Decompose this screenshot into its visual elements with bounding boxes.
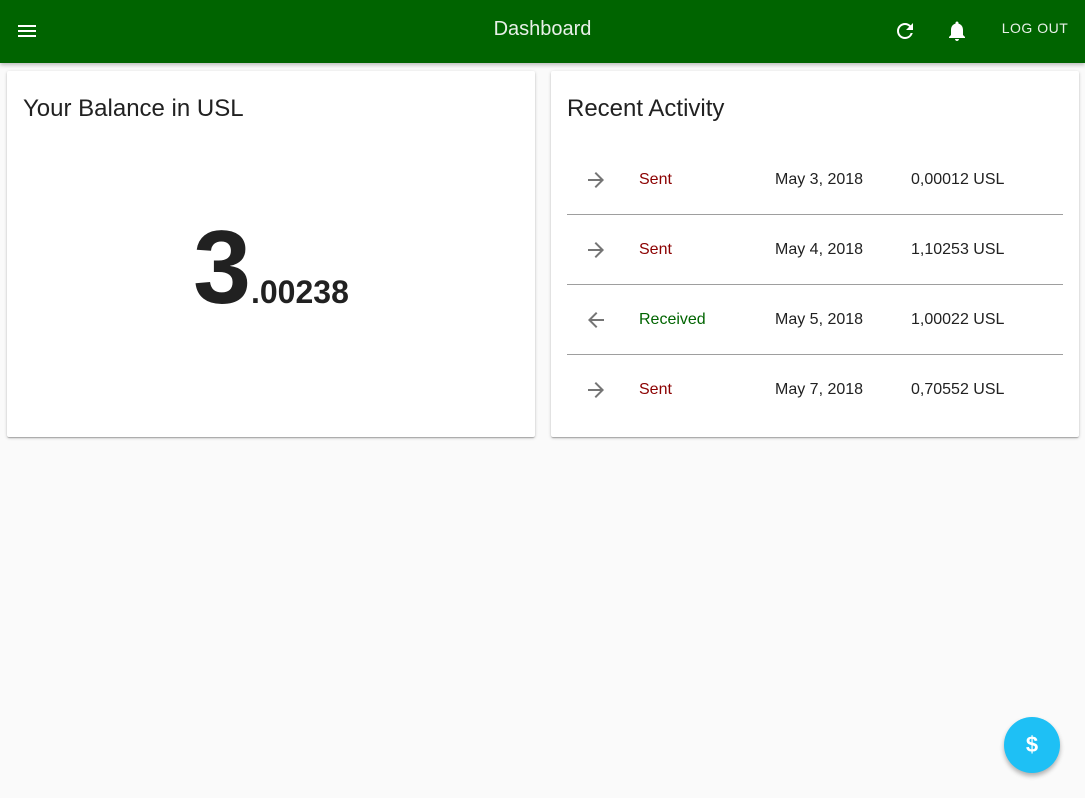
activity-amount: 1,10253 USL [911, 241, 1005, 258]
activity-row[interactable]: Received May 5, 2018 1,00022 USL [567, 285, 1063, 355]
bell-icon [949, 21, 965, 41]
balance-amount: 3.00238 [7, 216, 535, 320]
balance-card: Your Balance in USL 3.00238 [7, 71, 535, 437]
arrow-right-icon [588, 382, 604, 398]
activity-row[interactable]: Sent May 7, 2018 0,70552 USL [567, 355, 1063, 425]
activity-type: Sent [639, 241, 672, 258]
balance-decimal: .00238 [250, 274, 349, 310]
activity-row[interactable]: Sent May 4, 2018 1,10253 USL [567, 215, 1063, 285]
activity-title: Recent Activity [567, 95, 725, 122]
activity-amount: 0,70552 USL [911, 381, 1005, 398]
arrow-right-icon [588, 172, 604, 188]
balance-integer: 3 [193, 210, 251, 326]
dollar-icon: $ [1025, 732, 1039, 757]
activity-type: Sent [639, 381, 672, 398]
activity-type: Sent [639, 171, 672, 188]
activity-card: Recent Activity Sent May 3, 2018 0,00012… [551, 71, 1079, 437]
activity-date: May 3, 2018 [775, 171, 864, 188]
activity-date: May 5, 2018 [775, 311, 864, 328]
refresh-button[interactable] [890, 16, 920, 46]
send-money-button[interactable]: $ [1004, 717, 1060, 773]
refresh-icon [897, 23, 913, 39]
activity-date: May 4, 2018 [775, 241, 864, 258]
arrow-left-icon [588, 312, 604, 328]
activity-date: May 7, 2018 [775, 381, 864, 398]
activity-amount: 1,00022 USL [911, 311, 1005, 328]
app-bar: Dashboard LOG OUT [0, 0, 1085, 63]
activity-amount: 0,00012 USL [911, 171, 1005, 188]
activity-type: Received [639, 311, 706, 328]
activity-list: Sent May 3, 2018 0,00012 USL Sent May 4,… [567, 145, 1063, 425]
notifications-button[interactable] [942, 16, 972, 46]
activity-row[interactable]: Sent May 3, 2018 0,00012 USL [567, 145, 1063, 215]
logout-button[interactable]: LOG OUT [995, 20, 1075, 38]
page-title: Dashboard [493, 18, 592, 40]
arrow-right-icon [588, 242, 604, 258]
balance-title: Your Balance in USL [23, 95, 244, 122]
